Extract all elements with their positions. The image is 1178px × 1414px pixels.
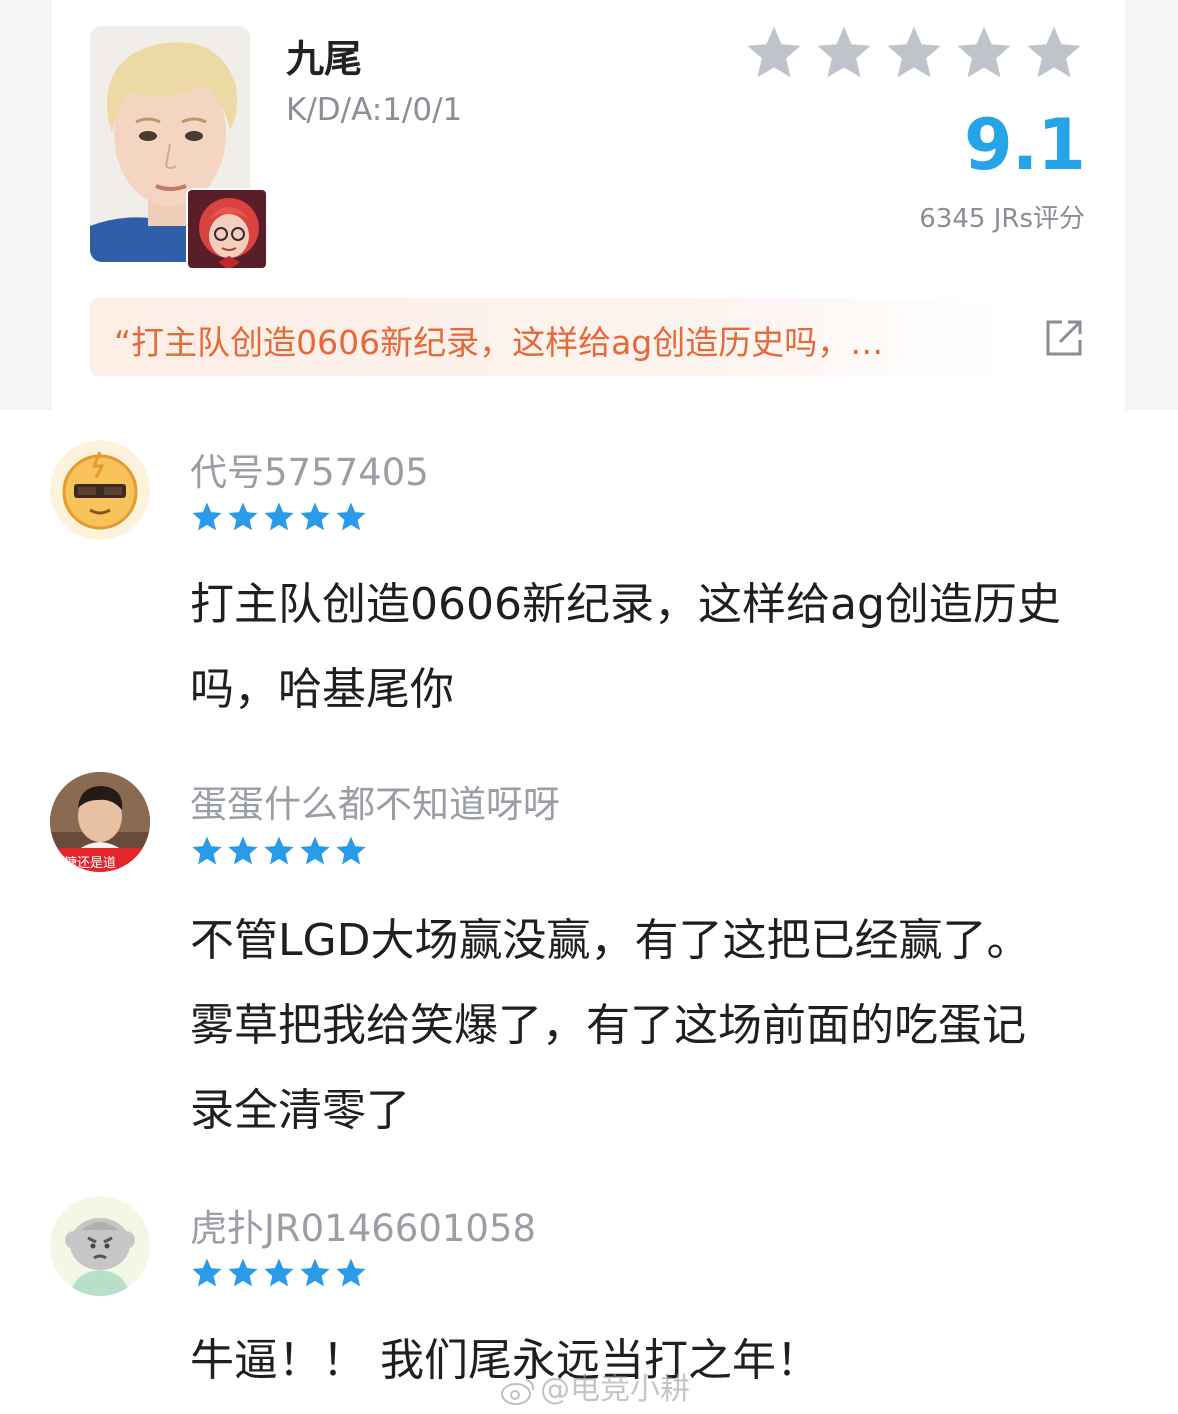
star-icon	[300, 1258, 330, 1287]
star-icon	[264, 836, 294, 865]
star-icon	[192, 836, 222, 865]
rating-count: 6345 JRs评分	[919, 204, 1085, 234]
star-icon	[192, 1258, 222, 1287]
comment-text: 打主队创造0606新纪录，这样给ag创造历史 吗，哈基尾你	[190, 562, 1130, 732]
rating-stars[interactable]	[743, 22, 1085, 84]
star-icon	[336, 1258, 366, 1287]
comment-stars	[190, 1256, 368, 1290]
comment-line: 录全清零了	[190, 1085, 410, 1136]
rating-score: 9.1	[963, 104, 1086, 186]
user-avatar[interactable]	[50, 1196, 150, 1296]
rating-star-icon[interactable]	[743, 22, 805, 84]
user-avatar[interactable]: 糖还是道	[50, 772, 150, 872]
star-icon	[228, 1258, 258, 1287]
comment-line: 不管LGD大场赢没赢，有了这把已经赢了。	[190, 915, 1031, 966]
star-icon	[300, 836, 330, 865]
star-icon	[228, 836, 258, 865]
rating-star-icon[interactable]	[813, 22, 875, 84]
comment-username[interactable]: 蛋蛋什么都不知道呀呀	[190, 774, 560, 828]
star-icon	[264, 1258, 294, 1287]
share-icon[interactable]	[1044, 318, 1084, 358]
rating-star-icon[interactable]	[883, 22, 945, 84]
player-rating-card[interactable]: 九尾 K/D/A:1/0/1 9.1 6345 JRs评分 “打主队创造0606…	[52, 0, 1125, 410]
star-icon	[192, 502, 222, 531]
comment-line: 雾草把我给笑爆了，有了这场前面的吃蛋记	[190, 1000, 1026, 1051]
weibo-logo-icon	[501, 1378, 535, 1405]
player-kda: K/D/A:1/0/1	[286, 92, 463, 128]
comment-text: 不管LGD大场赢没赢，有了这把已经赢了。 雾草把我给笑爆了，有了这场前面的吃蛋记…	[190, 898, 1130, 1153]
star-icon	[300, 502, 330, 531]
star-icon	[336, 836, 366, 865]
watermark-text: @电竞小耕	[540, 1372, 690, 1407]
comment-username[interactable]: 虎扑JR0146601058	[190, 1198, 536, 1252]
watermark: @电竞小耕	[500, 1364, 690, 1408]
hero-avatar-badge	[186, 188, 268, 270]
user-avatar[interactable]	[50, 440, 150, 540]
comment-stars	[190, 500, 368, 534]
rating-star-icon[interactable]	[1023, 22, 1085, 84]
top-comment-quote[interactable]: “打主队创造0606新纪录，这样给ag创造历史吗，…	[90, 298, 1084, 376]
comment-line: 打主队创造0606新纪录，这样给ag创造历史	[190, 579, 1061, 630]
player-name: 九尾	[286, 37, 363, 81]
comment-line: 吗，哈基尾你	[190, 664, 454, 715]
star-icon	[264, 502, 294, 531]
star-icon	[336, 502, 366, 531]
rating-star-icon[interactable]	[953, 22, 1015, 84]
quote-text: “打主队创造0606新纪录，这样给ag创造历史吗，…	[114, 323, 884, 362]
player-card-area: 九尾 K/D/A:1/0/1 9.1 6345 JRs评分 “打主队创造0606…	[0, 0, 1178, 410]
star-icon	[228, 502, 258, 531]
comment-stars	[190, 834, 368, 868]
comment-username[interactable]: 代号5757405	[190, 442, 429, 496]
avatar-caption: 糖还是道	[64, 856, 117, 871]
